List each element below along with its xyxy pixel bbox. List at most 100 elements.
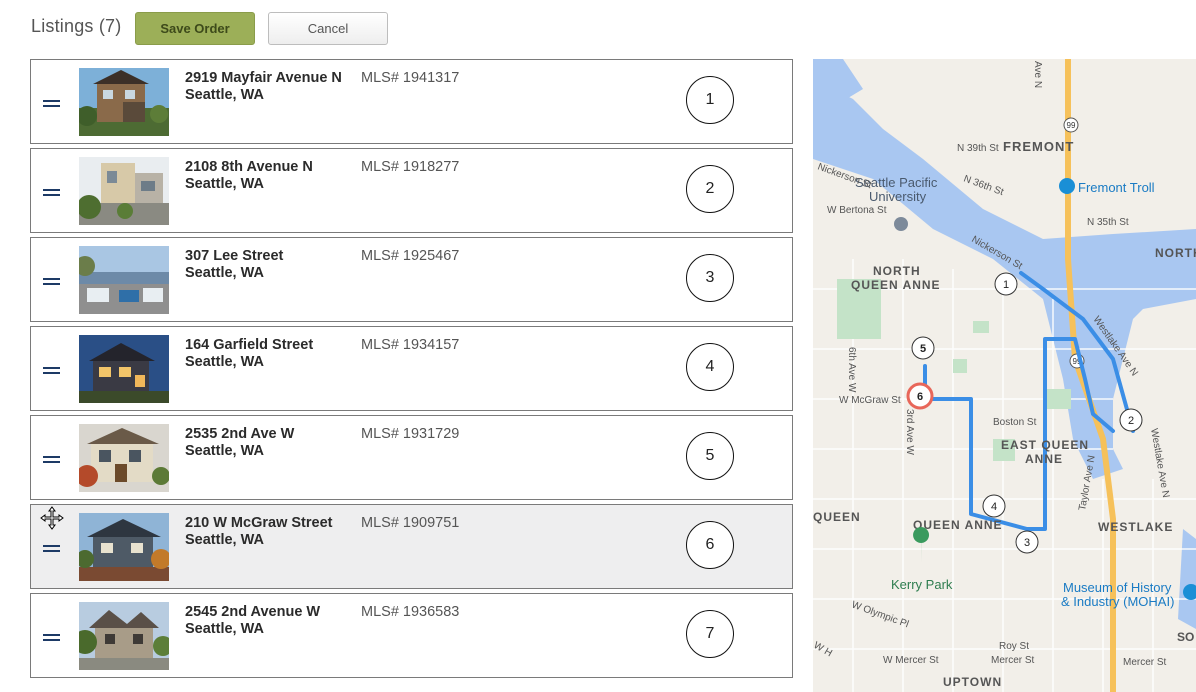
listing-photo bbox=[79, 424, 169, 492]
order-number: 2 bbox=[686, 165, 734, 213]
listing-address: 164 Garfield Street bbox=[185, 337, 314, 353]
listing-city: Seattle, WA bbox=[185, 265, 264, 281]
listing-address: 2535 2nd Ave W bbox=[185, 426, 295, 442]
listing-row[interactable]: 307 Lee Street Seattle, WA MLS# 1925467 … bbox=[30, 237, 793, 322]
map-marker-1: 1 bbox=[994, 272, 1018, 296]
svg-text:SO: SO bbox=[1177, 630, 1194, 644]
drag-handle-icon[interactable] bbox=[43, 367, 60, 374]
fremont-troll-pin-icon bbox=[1059, 178, 1075, 194]
listing-address: 2108 8th Avenue N bbox=[185, 159, 313, 175]
svg-text:Westlake Ave N: Westlake Ave N bbox=[1148, 428, 1171, 499]
listing-city: Seattle, WA bbox=[185, 176, 264, 192]
listing-photo bbox=[79, 157, 169, 225]
svg-text:3: 3 bbox=[1024, 537, 1030, 549]
svg-text:5: 5 bbox=[920, 343, 926, 355]
svg-text:4: 4 bbox=[991, 501, 997, 513]
kerry-park-pin-icon bbox=[913, 527, 930, 563]
order-number: 4 bbox=[686, 343, 734, 391]
listing-row[interactable]: 2545 2nd Avenue W Seattle, WA MLS# 19365… bbox=[30, 593, 793, 678]
svg-text:QUEEN: QUEEN bbox=[813, 510, 861, 524]
listing-city: Seattle, WA bbox=[185, 87, 264, 103]
listing-photo bbox=[79, 335, 169, 403]
svg-text:W Mercer St: W Mercer St bbox=[883, 655, 939, 666]
svg-text:N 39th St: N 39th St bbox=[957, 143, 999, 154]
cancel-button[interactable]: Cancel bbox=[268, 12, 388, 45]
listing-mls: MLS# 1936583 bbox=[361, 604, 460, 620]
listing-mls: MLS# 1918277 bbox=[361, 159, 460, 175]
svg-text:University: University bbox=[869, 189, 927, 204]
svg-text:Taylor Ave N: Taylor Ave N bbox=[1077, 455, 1098, 512]
order-number: 7 bbox=[686, 610, 734, 658]
svg-text:Kerry Park: Kerry Park bbox=[891, 577, 953, 592]
order-number: 5 bbox=[686, 432, 734, 480]
listing-row[interactable]: 2108 8th Avenue N Seattle, WA MLS# 19182… bbox=[30, 148, 793, 233]
svg-text:N 36th St: N 36th St bbox=[962, 173, 1005, 198]
listing-row[interactable]: 164 Garfield Street Seattle, WA MLS# 193… bbox=[30, 326, 793, 411]
route-map[interactable]: 99 99 1 2 3 4 5 6 FREMONT Fremont Troll … bbox=[813, 59, 1196, 692]
drag-handle-icon[interactable] bbox=[43, 456, 60, 463]
svg-text:QUEEN ANNE: QUEEN ANNE bbox=[851, 278, 941, 292]
listing-address: 307 Lee Street bbox=[185, 248, 284, 264]
listing-mls: MLS# 1909751 bbox=[361, 515, 460, 531]
listing-mls: MLS# 1925467 bbox=[361, 248, 460, 264]
svg-text:WESTLAKE: WESTLAKE bbox=[1098, 520, 1173, 534]
listing-city: Seattle, WA bbox=[185, 621, 264, 637]
svg-text:EAST QUEEN: EAST QUEEN bbox=[1001, 438, 1089, 452]
listing-row[interactable]: 2535 2nd Ave W Seattle, WA MLS# 1931729 … bbox=[30, 415, 793, 500]
svg-text:Museum of History: Museum of History bbox=[1063, 580, 1172, 595]
listing-photo bbox=[79, 68, 169, 136]
map-marker-5: 5 bbox=[911, 336, 935, 360]
listing-city: Seattle, WA bbox=[185, 532, 264, 548]
order-number: 3 bbox=[686, 254, 734, 302]
svg-text:3rd Ave W: 3rd Ave W bbox=[904, 409, 915, 456]
svg-text:W Bertona St: W Bertona St bbox=[827, 205, 887, 216]
listing-photo bbox=[79, 513, 169, 581]
map-marker-4: 4 bbox=[982, 494, 1006, 518]
svg-text:Roy St: Roy St bbox=[999, 641, 1029, 652]
svg-text:6th Ave W: 6th Ave W bbox=[846, 347, 857, 393]
svg-text:NORTH: NORTH bbox=[1155, 246, 1196, 260]
svg-text:Mercer St: Mercer St bbox=[1123, 657, 1167, 668]
listing-address: 2919 Mayfair Avenue N bbox=[185, 70, 342, 86]
svg-text:W H: W H bbox=[813, 640, 834, 659]
spu-pin-icon bbox=[894, 217, 908, 231]
drag-handle-icon[interactable] bbox=[43, 100, 60, 107]
svg-text:FREMONT: FREMONT bbox=[1003, 139, 1074, 154]
order-number: 6 bbox=[686, 521, 734, 569]
order-number: 1 bbox=[686, 76, 734, 124]
svg-text:UPTOWN: UPTOWN bbox=[943, 675, 1002, 689]
svg-text:N 35th St: N 35th St bbox=[1087, 217, 1129, 228]
svg-text:NORTH: NORTH bbox=[873, 264, 921, 278]
svg-text:W Olympic Pl: W Olympic Pl bbox=[850, 599, 910, 630]
svg-text:Mercer St: Mercer St bbox=[991, 655, 1035, 666]
svg-text:Fremont Troll: Fremont Troll bbox=[1078, 180, 1155, 195]
listing-city: Seattle, WA bbox=[185, 354, 264, 370]
drag-handle-icon[interactable] bbox=[43, 189, 60, 196]
map-marker-3: 3 bbox=[1015, 530, 1039, 554]
svg-text:Ave N: Ave N bbox=[1032, 61, 1043, 88]
svg-text:1: 1 bbox=[1003, 279, 1009, 291]
svg-text:& Industry (MOHAI): & Industry (MOHAI) bbox=[1061, 594, 1174, 609]
map-marker-2: 2 bbox=[1119, 408, 1143, 432]
move-cursor-icon bbox=[40, 506, 64, 530]
drag-handle-icon[interactable] bbox=[43, 278, 60, 285]
listing-row[interactable]: 2919 Mayfair Avenue N Seattle, WA MLS# 1… bbox=[30, 59, 793, 144]
listing-mls: MLS# 1934157 bbox=[361, 337, 460, 353]
listing-mls: MLS# 1941317 bbox=[361, 70, 460, 86]
svg-text:2: 2 bbox=[1128, 415, 1134, 427]
drag-handle-icon[interactable] bbox=[43, 545, 60, 552]
listings-list: 2919 Mayfair Avenue N Seattle, WA MLS# 1… bbox=[30, 59, 793, 682]
map-marker-6-active: 6 bbox=[906, 382, 934, 410]
svg-text:W McGraw St: W McGraw St bbox=[839, 395, 901, 406]
save-order-button[interactable]: Save Order bbox=[135, 12, 255, 45]
listing-photo bbox=[79, 246, 169, 314]
listing-address: 2545 2nd Avenue W bbox=[185, 604, 321, 620]
svg-text:Boston St: Boston St bbox=[993, 417, 1037, 428]
svg-text:6: 6 bbox=[917, 391, 923, 403]
listing-address: 210 W McGraw Street bbox=[185, 515, 333, 531]
drag-handle-icon[interactable] bbox=[43, 634, 60, 641]
highway-99-label: 99 bbox=[1067, 121, 1076, 130]
toolbar: Listings (7) Save Order Cancel bbox=[0, 0, 800, 56]
listing-row[interactable]: 210 W McGraw Street Seattle, WA MLS# 190… bbox=[30, 504, 793, 589]
page-title: Listings (7) bbox=[31, 16, 122, 36]
